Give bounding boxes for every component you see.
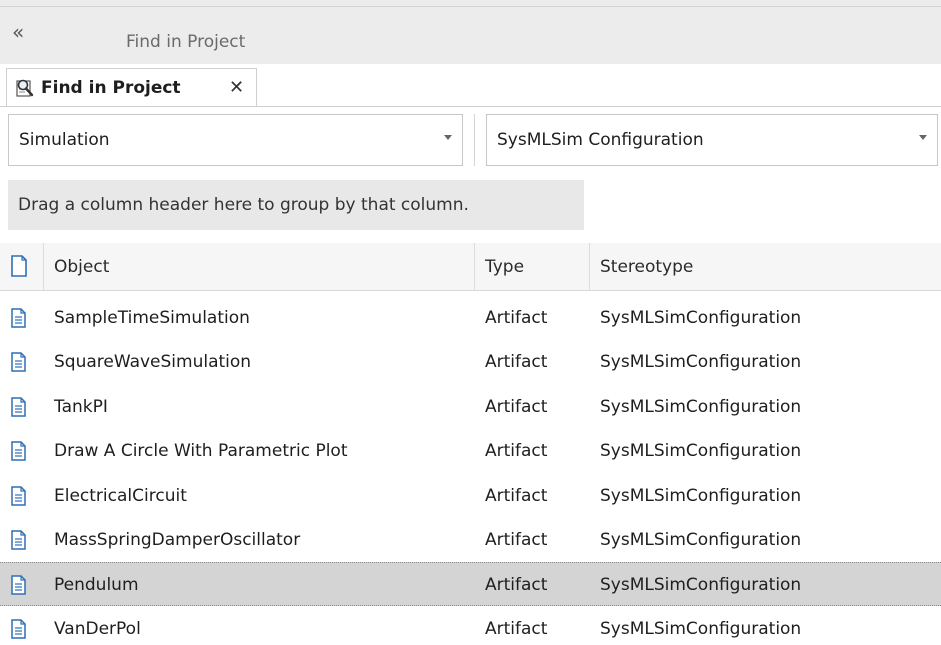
divider	[474, 114, 475, 166]
cell-stereotype: SysMLSimConfiguration	[600, 618, 802, 639]
table-row[interactable]: MassSpringDamperOscillator Artifact SysMLS…	[0, 518, 941, 562]
column-header-label: Object	[54, 257, 110, 277]
cell-type: Artifact	[485, 396, 548, 417]
artifact-icon	[11, 530, 26, 550]
column-header-icon[interactable]	[0, 243, 44, 291]
cell-type: Artifact	[485, 575, 548, 596]
cell-type: Artifact	[485, 441, 548, 462]
cell-type: Artifact	[485, 485, 548, 506]
document-icon	[11, 255, 27, 277]
cell-stereotype: SysMLSimConfiguration	[600, 530, 802, 550]
table-row[interactable]: TankPI Artifact SysMLSimConfiguration	[0, 385, 941, 429]
artifact-icon	[11, 397, 26, 417]
cell-object: SampleTimeSimulation	[54, 308, 250, 328]
close-icon[interactable]: ✕	[229, 77, 244, 98]
category-select-value: Simulation	[19, 130, 110, 150]
table-row[interactable]: Draw A Circle With Parametric Plot Artifa…	[0, 429, 941, 473]
cell-type: Artifact	[485, 308, 548, 328]
cell-object: Pendulum	[54, 575, 139, 596]
search-select-value: SysMLSim Configuration	[497, 130, 704, 150]
cell-type: Artifact	[485, 530, 548, 550]
chevron-down-icon	[919, 135, 927, 140]
column-header-label: Stereotype	[600, 257, 694, 277]
table-row[interactable]: SquareWaveSimulation Artifact SysMLSimConf…	[0, 340, 941, 384]
group-by-hint: Drag a column header here to group by th…	[18, 195, 469, 215]
title-bar: « Find in Project	[0, 0, 941, 64]
cell-object: TankPI	[54, 396, 108, 417]
tab-find-in-project[interactable]: Find in Project ✕	[6, 68, 257, 106]
search-document-icon	[16, 79, 34, 97]
divider	[0, 6, 941, 7]
artifact-icon	[11, 308, 26, 328]
cell-object: SquareWaveSimulation	[54, 352, 252, 373]
column-header-stereotype[interactable]: Stereotype	[590, 243, 941, 291]
cell-stereotype: SysMLSimConfiguration	[600, 308, 802, 328]
tab-label: Find in Project	[41, 78, 181, 98]
window-title: Find in Project	[126, 32, 246, 52]
column-header-type[interactable]: Type	[475, 243, 590, 291]
table-row[interactable]: ElectricalCircuit Artifact SysMLSimConfigu…	[0, 474, 941, 518]
table-row[interactable]: SampleTimeSimulation Artifact SysMLSimConf…	[0, 296, 941, 340]
cell-stereotype: SysMLSimConfiguration	[600, 441, 802, 462]
artifact-icon	[11, 485, 26, 506]
group-by-area[interactable]: Drag a column header here to group by th…	[8, 180, 584, 230]
cell-stereotype: SysMLSimConfiguration	[600, 575, 802, 596]
cell-object: Draw A Circle With Parametric Plot	[54, 441, 348, 462]
search-select[interactable]: SysMLSim Configuration	[486, 114, 938, 166]
table-row[interactable]: Pendulum Artifact SysMLSimConfiguration	[0, 562, 941, 607]
collapse-panel-icon[interactable]: «	[12, 22, 24, 42]
cell-stereotype: SysMLSimConfiguration	[600, 485, 802, 506]
artifact-icon	[11, 441, 26, 461]
column-header-object[interactable]: Object	[44, 243, 475, 291]
artifact-icon	[11, 619, 26, 639]
artifact-icon	[11, 575, 26, 596]
table-header: Object Type Stereotype	[0, 243, 941, 291]
cell-stereotype: SysMLSimConfiguration	[600, 396, 802, 417]
cell-stereotype: SysMLSimConfiguration	[600, 352, 802, 373]
cell-object: MassSpringDamperOscillator	[54, 530, 301, 550]
chevron-down-icon	[444, 135, 452, 140]
artifact-icon	[11, 352, 26, 373]
cell-object: VanDerPol	[54, 618, 141, 639]
category-select[interactable]: Simulation	[8, 114, 463, 166]
divider	[0, 106, 941, 107]
cell-type: Artifact	[485, 618, 548, 639]
cell-type: Artifact	[485, 352, 548, 373]
column-header-label: Type	[485, 257, 525, 277]
table-row[interactable]: VanDerPol Artifact SysMLSimConfiguration	[0, 607, 941, 645]
cell-object: ElectricalCircuit	[54, 485, 187, 506]
